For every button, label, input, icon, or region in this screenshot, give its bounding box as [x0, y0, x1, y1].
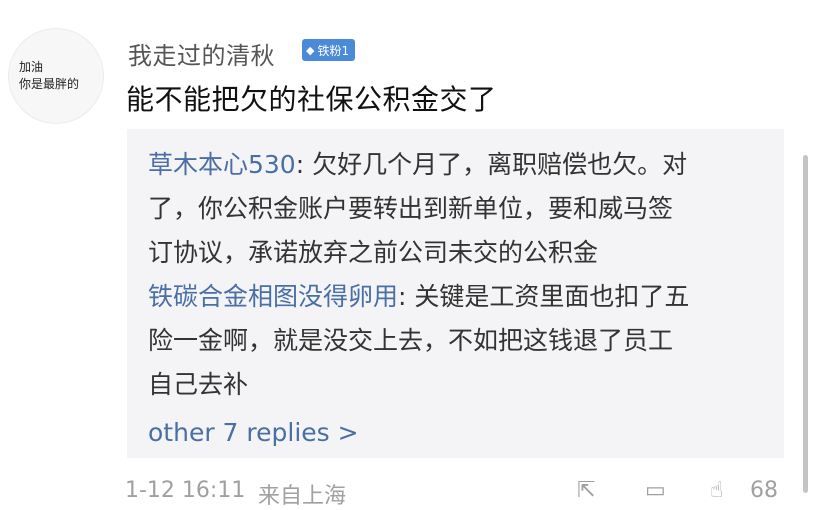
like-count: 68 [750, 478, 778, 503]
comment-footer: 1-12 16:11 来自上海 ⇱ ▭ ☝ 68 [125, 478, 805, 509]
avatar[interactable]: 加油 你是最胖的 [8, 28, 104, 124]
comment-content: 能不能把欠的社保公积金交了 [126, 83, 497, 116]
like-icon[interactable]: ☝ [710, 478, 723, 503]
reply-text-line: 自己去补 [148, 370, 249, 399]
reply-separator: : [295, 150, 313, 179]
diamond-icon: ◆ [306, 43, 315, 57]
location: 来自上海 [258, 484, 347, 509]
more-replies-link[interactable]: other 7 replies > [148, 411, 766, 455]
reply-author[interactable]: 铁碳合金相图没得卵用 [148, 282, 398, 311]
share-icon[interactable]: ⇱ [577, 478, 595, 503]
reply-text-line: 订协议，承诺放弃之前公司未交的公积金 [148, 238, 599, 267]
reply-text-line: 关键是工资里面也扣了五 [414, 282, 690, 311]
scrollbar[interactable] [803, 155, 808, 493]
reply-text-line: 欠好几个月了，离职赔偿也欠。对 [312, 150, 688, 179]
avatar-text-line-1: 加油 [19, 60, 44, 74]
fan-badge[interactable]: ◆ 铁粉1 [302, 39, 356, 61]
reply-author[interactable]: 草木本心530 [148, 150, 296, 179]
comment-icon[interactable]: ▭ [645, 478, 666, 503]
reply-box: 草木本心530: 欠好几个月了，离职赔偿也欠。对 了，你公积金账户要转出到新单位… [127, 129, 784, 458]
avatar-text-line-2: 你是最胖的 [19, 77, 80, 91]
reply-text-line: 险一金啊，就是没交上去，不如把这钱退了员工 [148, 326, 674, 355]
reply-separator: : [398, 282, 415, 311]
reply-item[interactable]: 草木本心530: 欠好几个月了，离职赔偿也欠。对 了，你公积金账户要转出到新单位… [148, 143, 766, 275]
reply-text-line: 了，你公积金账户要转出到新单位，要和威马签 [148, 194, 674, 223]
reply-item[interactable]: 铁碳合金相图没得卵用: 关键是工资里面也扣了五 险一金啊，就是没交上去，不如把这… [148, 275, 766, 407]
username[interactable]: 我走过的清秋 [128, 36, 275, 71]
badge-label: 铁粉1 [317, 43, 350, 58]
timestamp: 1-12 16:11 [125, 478, 246, 503]
